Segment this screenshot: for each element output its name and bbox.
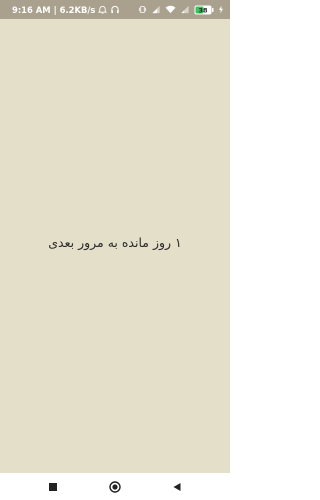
status-left: 9:16 AM | 6.2KB/s: [12, 5, 120, 15]
status-bar: 9:16 AM | 6.2KB/s 38: [0, 0, 230, 19]
circle-icon: [109, 480, 121, 493]
status-right: 38: [138, 5, 224, 15]
signal-icon: [151, 5, 161, 14]
back-button[interactable]: [163, 473, 191, 500]
next-review-message: ۱ روز مانده به مرور بعدی: [48, 235, 182, 250]
square-icon: [49, 482, 57, 491]
alarm-icon: [98, 5, 108, 14]
status-separator: |: [53, 4, 57, 15]
signal-icon: [180, 5, 190, 14]
navigation-bar: [0, 473, 230, 500]
recents-button[interactable]: [39, 473, 67, 500]
network-speed: 6.2KB/s: [59, 4, 96, 15]
wifi-icon: [165, 5, 176, 14]
battery-level: 38: [198, 6, 208, 14]
clock: 9:16 AM: [12, 4, 51, 15]
vibrate-icon: [138, 5, 147, 14]
charging-icon: [218, 5, 224, 14]
headphones-icon: [110, 5, 120, 14]
screen: 9:16 AM | 6.2KB/s 38 ۱ روز مانده به مرور…: [0, 0, 230, 500]
home-button[interactable]: [101, 473, 129, 500]
battery-icon: 38: [194, 5, 214, 15]
main-content: ۱ روز مانده به مرور بعدی: [0, 19, 230, 473]
back-triangle-icon: [173, 482, 181, 491]
